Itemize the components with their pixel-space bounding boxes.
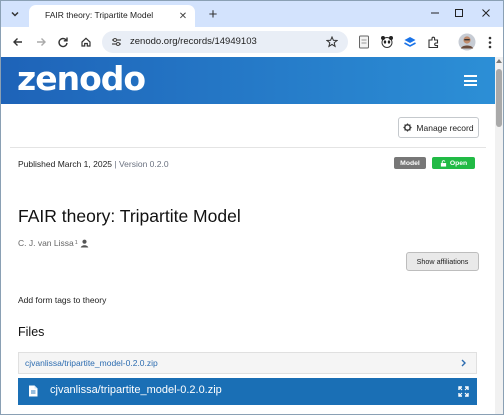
- more-vert-icon[interactable]: [482, 34, 498, 50]
- page-scrollbar[interactable]: [495, 57, 503, 414]
- version-text: Version 0.2.0: [118, 159, 169, 169]
- show-affiliations-button[interactable]: Show affiliations: [406, 252, 479, 271]
- affiliation-marker: 1: [74, 240, 78, 246]
- browser-toolbar: zenodo.org/records/14949103: [1, 27, 503, 57]
- access-label: Open: [449, 159, 468, 167]
- manage-record-button[interactable]: Manage record: [398, 117, 479, 138]
- tab-title: FAIR theory: Tripartite Model: [45, 10, 154, 20]
- author: C. J. van Lissa 1: [18, 238, 89, 248]
- panda-extension-icon[interactable]: [379, 34, 395, 50]
- back-icon[interactable]: [9, 33, 27, 51]
- manage-record-label: Manage record: [416, 122, 474, 133]
- star-icon[interactable]: [326, 36, 338, 48]
- file-list-item[interactable]: cjvanlissa/tripartite_model-0.2.0.zip: [18, 352, 477, 374]
- resource-type-label: Model: [400, 159, 420, 167]
- close-window-icon[interactable]: [475, 3, 497, 23]
- author-name[interactable]: C. J. van Lissa: [18, 238, 74, 248]
- minimize-icon[interactable]: [424, 3, 446, 23]
- record-description: Add form tags to theory: [18, 295, 107, 305]
- separator: |: [112, 159, 119, 169]
- expand-icon[interactable]: [458, 386, 469, 397]
- publication-info: Published March 1, 2025 | Version 0.2.0: [18, 159, 169, 169]
- url-text: zenodo.org/records/14949103: [130, 36, 257, 47]
- reader-icon[interactable]: [356, 34, 372, 50]
- file-name[interactable]: cjvanlissa/tripartite_model-0.2.0.zip: [25, 358, 158, 368]
- close-icon[interactable]: ✕: [176, 9, 190, 23]
- gear-icon: [403, 123, 412, 132]
- scroll-thumb[interactable]: [496, 69, 502, 127]
- tab-strip: FAIR theory: Tripartite Model ✕ +: [1, 1, 503, 27]
- puzzle-icon[interactable]: [425, 34, 441, 50]
- zenodo-logo[interactable]: zenodo: [17, 59, 146, 98]
- preview-file-name: cjvanlissa/tripartite_model-0.2.0.zip: [50, 384, 222, 396]
- browser-window: FAIR theory: Tripartite Model ✕ + zenodo…: [0, 0, 504, 415]
- person-icon: [80, 239, 89, 248]
- site-header: zenodo: [1, 57, 495, 104]
- file-icon: [29, 385, 38, 397]
- file-preview-header: cjvanlissa/tripartite_model-0.2.0.zip: [18, 378, 477, 405]
- published-date: Published March 1, 2025: [18, 159, 113, 169]
- site-info-icon[interactable]: [111, 37, 122, 47]
- stack-extension-icon[interactable]: [402, 34, 418, 50]
- hamburger-icon[interactable]: [464, 75, 477, 86]
- record-title: FAIR theory: Tripartite Model: [18, 206, 241, 226]
- forward-icon[interactable]: [32, 33, 50, 51]
- page-viewport: zenodo Manage record Published March 1, …: [1, 57, 495, 414]
- browser-tab[interactable]: FAIR theory: Tripartite Model ✕: [29, 5, 195, 27]
- reload-icon[interactable]: [54, 33, 72, 51]
- unlock-icon: [440, 159, 446, 167]
- chevron-right-icon[interactable]: [460, 359, 467, 367]
- resource-type-badge: Model: [394, 157, 426, 169]
- access-badge[interactable]: Open: [432, 157, 475, 169]
- scroll-up-icon[interactable]: [496, 59, 502, 63]
- plus-icon[interactable]: +: [204, 5, 222, 23]
- maximize-icon[interactable]: [448, 3, 470, 23]
- home-icon[interactable]: [77, 33, 95, 51]
- divider: [10, 147, 486, 148]
- files-heading: Files: [18, 325, 45, 339]
- profile-avatar[interactable]: [458, 33, 476, 51]
- address-bar[interactable]: zenodo.org/records/14949103: [102, 31, 348, 53]
- tab-search-icon[interactable]: [6, 5, 24, 23]
